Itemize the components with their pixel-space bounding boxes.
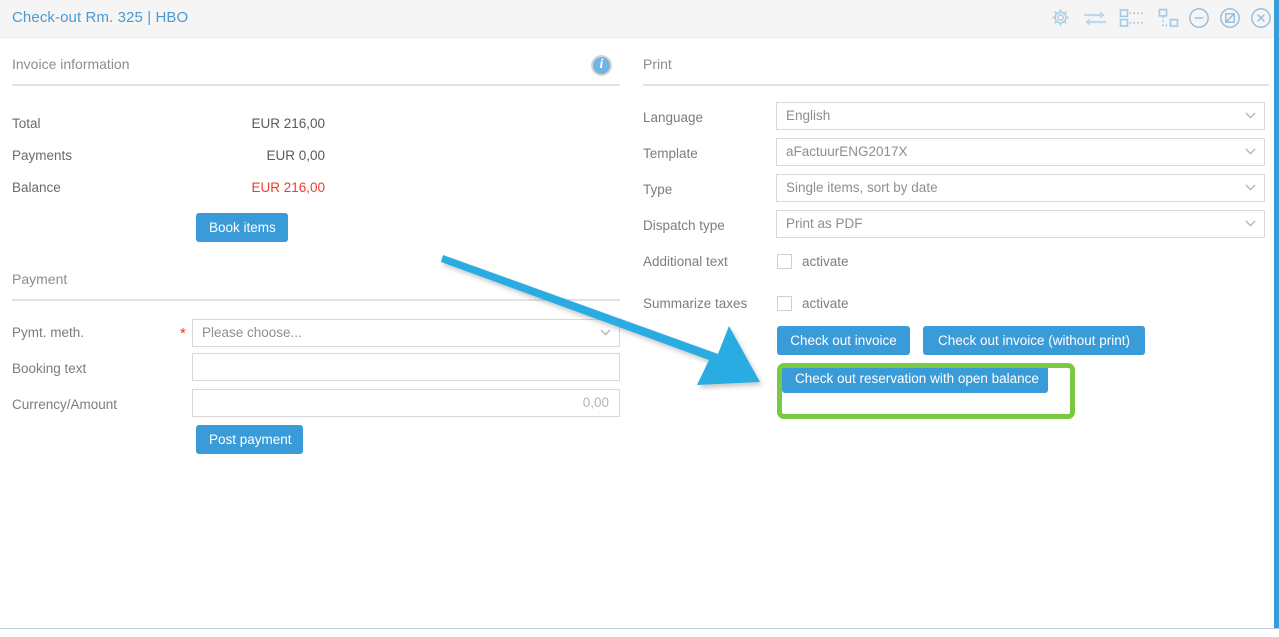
template-select[interactable]: aFactuurENG2017X bbox=[776, 138, 1265, 166]
invoice-information-title: Invoice information bbox=[12, 56, 130, 72]
payment-method-value: Please choose... bbox=[202, 325, 302, 340]
language-label: Language bbox=[643, 110, 704, 125]
post-payment-button[interactable]: Post payment bbox=[196, 425, 303, 454]
booking-text-input[interactable] bbox=[192, 353, 620, 381]
total-value: EUR 216,00 bbox=[251, 116, 325, 131]
payment-section-divider bbox=[12, 299, 620, 301]
currency-amount-value: 0,00 bbox=[582, 395, 609, 410]
currency-amount-label: Currency/Amount bbox=[12, 397, 118, 412]
template-label: Template bbox=[643, 146, 698, 161]
info-icon[interactable] bbox=[591, 55, 612, 76]
titlebar-tool-icons bbox=[1050, 0, 1180, 38]
restore-icon[interactable] bbox=[1219, 7, 1241, 32]
template-value: aFactuurENG2017X bbox=[786, 144, 908, 159]
language-value: English bbox=[786, 108, 831, 123]
chevron-down-icon bbox=[1245, 148, 1256, 155]
additional-text-checkbox-label: activate bbox=[802, 254, 849, 269]
titlebar-window-controls bbox=[1188, 0, 1272, 38]
type-select[interactable]: Single items, sort by date bbox=[776, 174, 1265, 202]
chevron-down-icon bbox=[1245, 112, 1256, 119]
summarize-taxes-checkbox-label: activate bbox=[802, 296, 849, 311]
taskbar-strip bbox=[0, 629, 1279, 637]
chevron-down-icon bbox=[1245, 184, 1256, 191]
payments-label: Payments bbox=[12, 148, 73, 163]
window-titlebar: Check-out Rm. 325 | HBO bbox=[0, 0, 1274, 38]
book-items-button[interactable]: Book items bbox=[196, 213, 288, 242]
booking-text-label: Booking text bbox=[12, 361, 87, 376]
dispatch-type-label: Dispatch type bbox=[643, 218, 725, 233]
payment-section-title: Payment bbox=[12, 271, 68, 287]
dispatch-type-select[interactable]: Print as PDF bbox=[776, 210, 1265, 238]
resize-layout-icon[interactable] bbox=[1158, 8, 1180, 31]
chevron-down-icon bbox=[600, 329, 611, 336]
payment-method-required-star: * bbox=[180, 325, 186, 342]
check-out-invoice-without-print-button[interactable]: Check out invoice (without print) bbox=[923, 326, 1145, 355]
type-value: Single items, sort by date bbox=[786, 180, 938, 195]
align-list-icon[interactable] bbox=[1119, 8, 1147, 31]
highlight-annotation-box bbox=[777, 363, 1075, 419]
payments-value: EUR 0,00 bbox=[266, 148, 325, 163]
type-label: Type bbox=[643, 182, 673, 197]
summarize-taxes-label: Summarize taxes bbox=[643, 296, 748, 311]
invoice-section-divider bbox=[12, 84, 620, 86]
total-label: Total bbox=[12, 116, 41, 131]
payment-method-select[interactable]: Please choose... bbox=[192, 319, 620, 347]
minimize-icon[interactable] bbox=[1188, 7, 1210, 32]
currency-amount-input[interactable]: 0,00 bbox=[192, 389, 620, 417]
balance-label: Balance bbox=[12, 180, 61, 195]
additional-text-label: Additional text bbox=[643, 254, 728, 269]
close-icon[interactable] bbox=[1250, 7, 1272, 32]
application-window: Check-out Rm. 325 | HBO Invoice informat… bbox=[0, 0, 1279, 637]
language-select[interactable]: English bbox=[776, 102, 1265, 130]
right-edge-rail bbox=[1274, 0, 1279, 628]
chevron-down-icon bbox=[1245, 220, 1256, 227]
payment-method-label: Pymt. meth. bbox=[12, 325, 85, 340]
dispatch-type-value: Print as PDF bbox=[786, 216, 863, 231]
window-title: Check-out Rm. 325 | HBO bbox=[12, 9, 189, 26]
gear-icon[interactable] bbox=[1050, 7, 1071, 31]
summarize-taxes-checkbox[interactable] bbox=[777, 296, 792, 311]
transfer-arrows-icon[interactable] bbox=[1082, 9, 1108, 30]
check-out-invoice-button[interactable]: Check out invoice bbox=[777, 326, 910, 355]
balance-value: EUR 216,00 bbox=[251, 180, 325, 195]
print-section-divider bbox=[643, 84, 1269, 86]
additional-text-checkbox[interactable] bbox=[777, 254, 792, 269]
print-section-title: Print bbox=[643, 56, 672, 72]
